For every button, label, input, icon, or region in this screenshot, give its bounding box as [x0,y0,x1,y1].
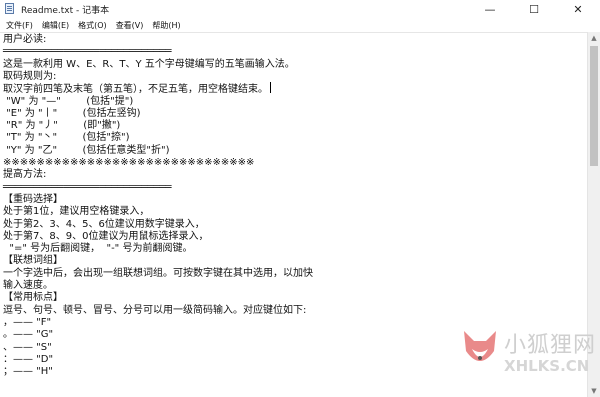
text-line: 【重码选择】 [3,193,63,205]
scroll-thumb[interactable] [590,46,598,166]
text-line: 。—— "G" [3,329,54,341]
fox-logo-icon [464,331,496,361]
text-line: "=" 号为后翻阅键， "-" 号为前翻阅键。 [3,243,193,255]
text-line: 逗号、句号、顿号、冒号、分号可以用一级简码输入。对应键位如下: [3,304,307,316]
notepad-icon [4,3,16,15]
text-line: 这是一款利用 W、E、R、T、Y 五个字母键编写的五笔画输入法。 [3,58,295,70]
text-caret [270,82,271,94]
text-line: ；—— "H" [3,366,53,378]
text-line: ，—— "F" [3,316,52,328]
window-controls: — ☐ ✕ [468,0,600,18]
text-line: "W" 为 "—" (包括"提") [3,95,134,107]
text-line: 输入速度。 [3,280,53,291]
text-line: 、—— "S" [3,341,52,353]
text-line: 取码规则为: [3,70,57,82]
text-line: 处于第2、3、4、5、6位建议用数字键录入， [3,218,205,230]
close-button[interactable]: ✕ [556,0,600,18]
menu-view[interactable]: 查看(V) [116,20,144,31]
fox-nose [478,356,482,360]
text-line: ：—— "D" [3,353,54,365]
menu-help[interactable]: 帮助(H) [152,20,180,31]
text-line: "E" 为 "丨" (包括左竖钩) [3,107,141,119]
menu-file[interactable]: 文件(F) [6,20,33,31]
minimize-button[interactable]: — [468,0,512,18]
watermark: 小狐狸网 XHLKS.CN [460,325,600,397]
watermark-en: XHLKS.CN [504,357,590,375]
text-line: ════════════════════════════ [3,181,172,193]
menu-bar: 文件(F) 编辑(E) 格式(O) 查看(V) 帮助(H) [0,18,600,33]
text-line: 处于第7、8、9、0位建议为用鼠标选择录入， [3,230,209,242]
title-bar: Readme.txt - 记事本 — ☐ ✕ [0,0,600,18]
scroll-up-icon[interactable]: ▲ [588,32,600,44]
menu-format[interactable]: 格式(O) [78,20,107,31]
text-line: ════════════════════════════ [3,46,172,58]
notepad-window: Readme.txt - 记事本 — ☐ ✕ 文件(F) 编辑(E) 格式(O)… [0,0,600,397]
watermark-cn: 小狐狸网 [504,333,597,358]
text-line: "T" 为 "丶" (包括"捺") [3,132,130,144]
text-line: 【常用标点】 [3,292,63,304]
text-line: "Y" 为 "乙" (包括任意类型"折") [3,144,170,156]
text-line: 一个字选中后，会出现一组联想词组。可按数字键在其中选用，以加快 [3,267,313,279]
text-line: "R" 为 "丿" (即"撇") [3,120,121,132]
text-line: 【联想词组】 [3,255,63,267]
maximize-button[interactable]: ☐ [512,0,556,18]
text-line: 用户必读: [3,34,47,45]
text-line: 取汉字前四笔及末笔（第五笔），不足五笔，用空格键结束。 [3,82,271,95]
text-line: ※※※※※※※※※※※※※※※※※※※※※※※※※※※※※※ [3,157,255,168]
text-line: 处于第1位，建议用空格键录入， [3,206,150,218]
text-line: 提高方法: [3,169,47,181]
window-title: Readme.txt - 记事本 [21,5,110,16]
menu-edit[interactable]: 编辑(E) [42,20,69,31]
